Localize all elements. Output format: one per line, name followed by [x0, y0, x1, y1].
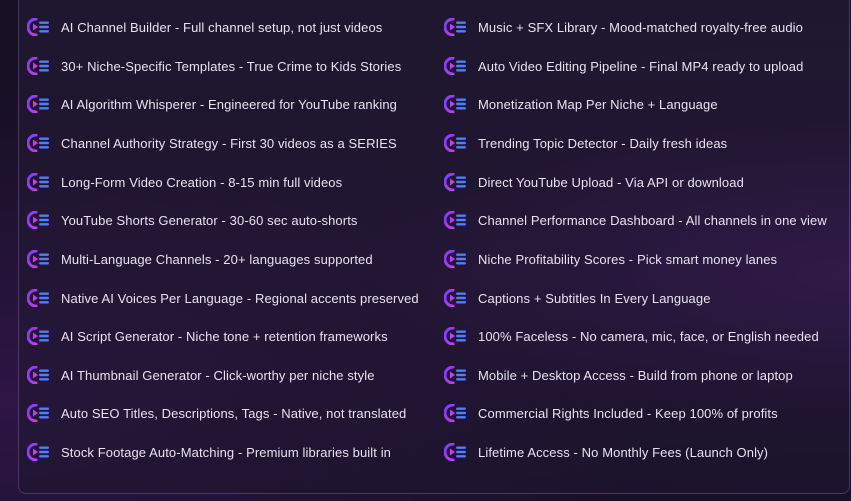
play-list-icon: [444, 250, 466, 268]
play-list-icon: [444, 173, 466, 191]
feature-label: 30+ Niche-Specific Templates - True Crim…: [61, 58, 402, 74]
feature-label: Commercial Rights Included - Keep 100% o…: [478, 405, 778, 421]
play-list-icon: [444, 404, 466, 422]
feature-item: AI Algorithm Whisperer - Engineered for …: [27, 95, 397, 113]
feature-label: Stock Footage Auto-Matching - Premium li…: [61, 444, 392, 460]
feature-item: Native AI Voices Per Language - Regional…: [27, 289, 419, 307]
feature-label: Channel Authority Strategy - First 30 vi…: [61, 135, 397, 151]
feature-item: AI Thumbnail Generator - Click-worthy pe…: [27, 366, 375, 384]
play-list-icon: [27, 366, 49, 384]
feature-label: Captions + Subtitles In Every Language: [478, 290, 711, 306]
feature-item: Trending Topic Detector - Daily fresh id…: [444, 134, 727, 152]
play-list-icon: [444, 18, 466, 36]
feature-item: AI Script Generator - Niche tone + reten…: [27, 327, 388, 345]
feature-label: Niche Profitability Scores - Pick smart …: [478, 251, 778, 267]
play-list-icon: [444, 95, 466, 113]
feature-label: 100% Faceless - No camera, mic, face, or…: [478, 328, 819, 344]
feature-label: AI Thumbnail Generator - Click-worthy pe…: [61, 367, 375, 383]
feature-item: Niche Profitability Scores - Pick smart …: [444, 250, 777, 268]
play-list-icon: [444, 327, 466, 345]
feature-item: Long-Form Video Creation - 8-15 min full…: [27, 173, 342, 191]
play-list-icon: [27, 250, 49, 268]
play-list-icon: [27, 327, 49, 345]
play-list-icon: [444, 289, 466, 307]
feature-item: Monetization Map Per Niche + Language: [444, 95, 718, 113]
play-list-icon: [27, 404, 49, 422]
play-list-icon: [27, 173, 49, 191]
feature-item: 30+ Niche-Specific Templates - True Crim…: [27, 57, 401, 75]
feature-label: Direct YouTube Upload - Via API or downl…: [478, 174, 744, 190]
feature-label: Long-Form Video Creation - 8-15 min full…: [61, 174, 343, 190]
feature-item: 100% Faceless - No camera, mic, face, or…: [444, 327, 819, 345]
feature-item: Multi-Language Channels - 20+ languages …: [27, 250, 373, 268]
feature-item: AI Channel Builder - Full channel setup,…: [27, 18, 382, 36]
feature-item: Auto SEO Titles, Descriptions, Tags - Na…: [27, 404, 406, 422]
feature-item: Channel Authority Strategy - First 30 vi…: [27, 134, 397, 152]
feature-label: Native AI Voices Per Language - Regional…: [61, 290, 419, 306]
play-list-icon: [444, 366, 466, 384]
feature-label: AI Algorithm Whisperer - Engineered for …: [61, 96, 397, 112]
feature-item: Commercial Rights Included - Keep 100% o…: [444, 404, 778, 422]
play-list-icon: [27, 211, 49, 229]
feature-item: Direct YouTube Upload - Via API or downl…: [444, 173, 744, 191]
feature-label: Monetization Map Per Niche + Language: [478, 96, 718, 112]
play-list-icon: [27, 134, 49, 152]
play-list-icon: [27, 95, 49, 113]
feature-label: Trending Topic Detector - Daily fresh id…: [478, 135, 728, 151]
play-list-icon: [27, 443, 49, 461]
feature-label: Mobile + Desktop Access - Build from pho…: [478, 367, 793, 383]
feature-label: Multi-Language Channels - 20+ languages …: [61, 251, 373, 267]
feature-label: Auto SEO Titles, Descriptions, Tags - Na…: [61, 405, 407, 421]
feature-item: Lifetime Access - No Monthly Fees (Launc…: [444, 443, 768, 461]
play-list-icon: [444, 57, 466, 75]
feature-label: Channel Performance Dashboard - All chan…: [478, 212, 827, 228]
feature-label: YouTube Shorts Generator - 30-60 sec aut…: [61, 212, 358, 228]
play-list-icon: [444, 134, 466, 152]
feature-item: Captions + Subtitles In Every Language: [444, 289, 711, 307]
play-list-icon: [27, 57, 49, 75]
feature-label: Auto Video Editing Pipeline - Final MP4 …: [478, 58, 804, 74]
feature-item: Stock Footage Auto-Matching - Premium li…: [27, 443, 391, 461]
feature-item: Music + SFX Library - Mood-matched royal…: [444, 18, 803, 36]
feature-item: Channel Performance Dashboard - All chan…: [444, 211, 827, 229]
play-list-icon: [444, 211, 466, 229]
play-list-icon: [27, 18, 49, 36]
feature-label: Lifetime Access - No Monthly Fees (Launc…: [478, 444, 769, 460]
feature-label: AI Script Generator - Niche tone + reten…: [61, 328, 388, 344]
play-list-icon: [444, 443, 466, 461]
feature-item: Auto Video Editing Pipeline - Final MP4 …: [444, 57, 803, 75]
feature-label: AI Channel Builder - Full channel setup,…: [61, 19, 383, 35]
play-list-icon: [27, 289, 49, 307]
feature-item: YouTube Shorts Generator - 30-60 sec aut…: [27, 211, 358, 229]
feature-item: Mobile + Desktop Access - Build from pho…: [444, 366, 793, 384]
feature-label: Music + SFX Library - Mood-matched royal…: [478, 19, 804, 35]
